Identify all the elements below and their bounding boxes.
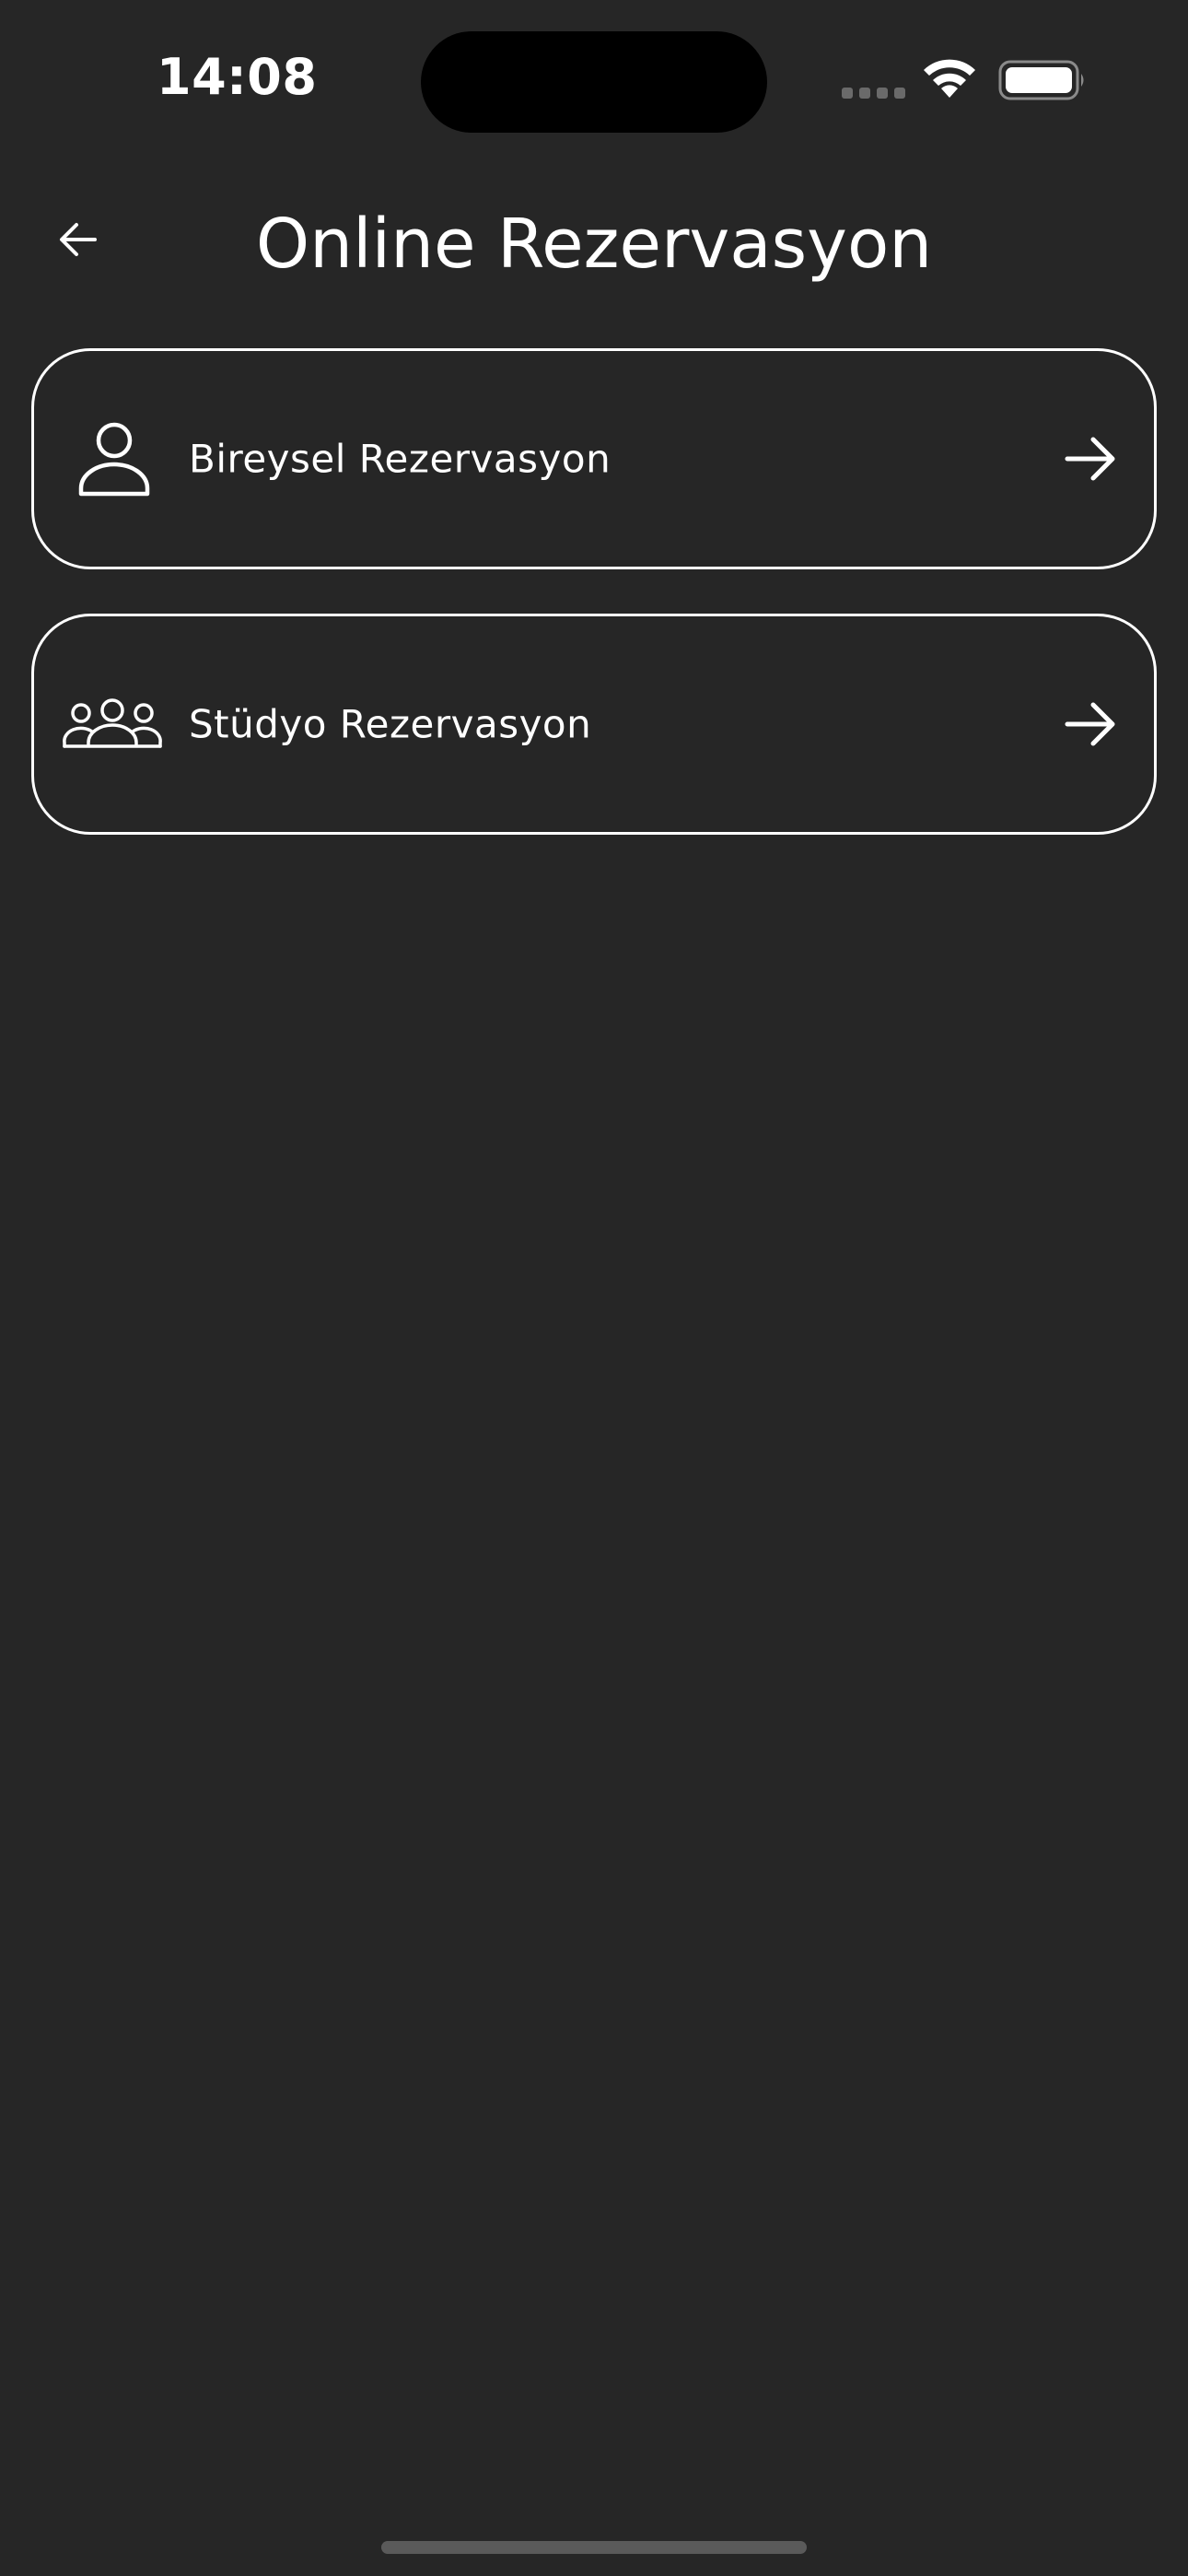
wifi-icon — [924, 59, 975, 98]
arrow-right-icon — [1065, 702, 1115, 746]
studio-reservation-card[interactable]: Stüdyo Rezervasyon — [31, 614, 1157, 835]
individual-reservation-label: Bireysel Rezervasyon — [189, 436, 611, 482]
home-indicator[interactable] — [381, 2541, 807, 2554]
arrow-right-icon — [1065, 437, 1115, 481]
dynamic-island — [421, 31, 767, 133]
reservation-menu: Bireysel Rezervasyon Stüdyo Rezervasyon — [31, 348, 1157, 879]
page-title: Online Rezervasyon — [255, 205, 933, 284]
battery-icon — [998, 60, 1084, 100]
studio-reservation-label: Stüdyo Rezervasyon — [189, 701, 592, 747]
group-icon — [62, 692, 163, 756]
header: Online Rezervasyon — [0, 184, 1188, 304]
individual-reservation-card[interactable]: Bireysel Rezervasyon — [31, 348, 1157, 569]
signal-dots-icon — [842, 88, 906, 99]
status-time: 14:08 — [157, 48, 318, 106]
status-bar: 14:08 — [0, 0, 1188, 157]
person-icon — [73, 417, 156, 500]
